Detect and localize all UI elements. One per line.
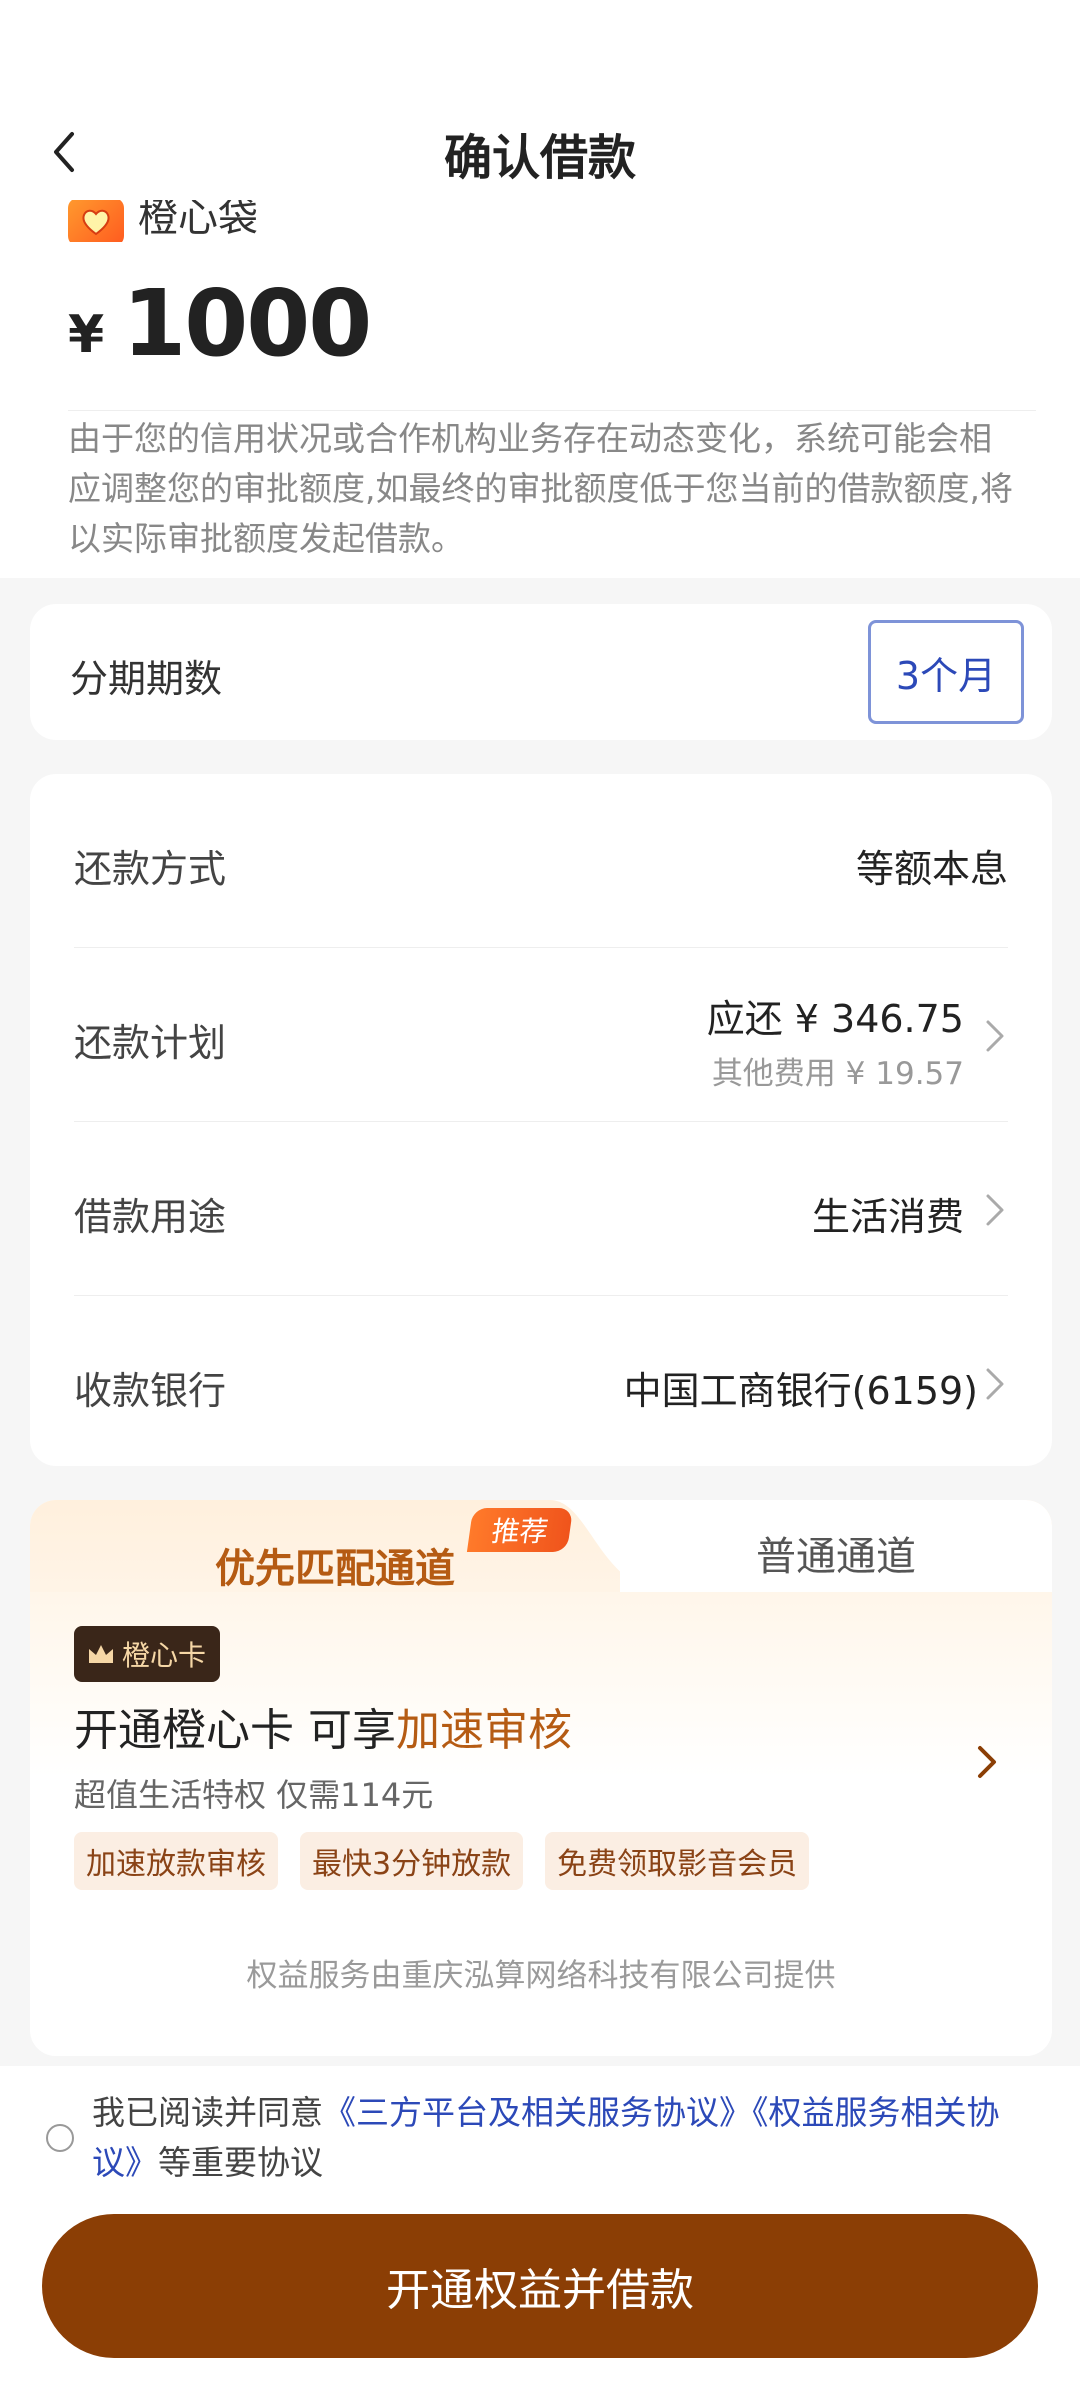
crown-icon [89, 1645, 113, 1663]
activate-and-borrow-button[interactable]: 开通权益并借款 [42, 2214, 1038, 2358]
tab-normal-channel-label: 普通通道 [756, 1534, 916, 1580]
receiving-bank-label: 收款银行 [74, 1369, 227, 1413]
member-title: 开通橙心卡 可享加速审核 [74, 1694, 572, 1758]
repay-method-row: 还款方式 等额本息 [74, 774, 1008, 948]
installment-term-card: 分期期数 3个月 [30, 604, 1052, 740]
tab-normal-channel[interactable]: 普通通道 [620, 1500, 1052, 1592]
agreement-checkbox[interactable] [46, 2124, 74, 2152]
agreement-prefix: 我已阅读并同意 [92, 2093, 323, 2132]
bottom-action-area: 我已阅读并同意《三方平台及相关服务协议》《权益服务相关协议》等重要协议 开通权益… [0, 2066, 1080, 2400]
confirm-loan-page: 确认借款 橙心袋 ¥ 1000 由于您的信用状况或合作机构业务存在动态变化，系统… [0, 0, 1080, 2400]
agreement-text: 我已阅读并同意《三方平台及相关服务协议》《权益服务相关协议》等重要协议 [92, 2088, 1032, 2188]
benefit-chips: 加速放款审核 最快3分钟放款 免费领取影音会员 [74, 1832, 810, 1890]
platform-agreement-link[interactable]: 《三方平台及相关服务协议》 [323, 2093, 752, 2132]
term-option-selected[interactable]: 3个月 [868, 620, 1024, 724]
repay-plan-label: 还款计划 [74, 1021, 227, 1065]
term-label: 分期期数 [70, 657, 223, 701]
member-title-prefix: 开通橙心卡 可享 [74, 1705, 396, 1756]
loan-amount: ¥ 1000 [68, 270, 372, 377]
tab-priority-channel[interactable]: 优先匹配通道 [215, 1536, 455, 1594]
chevron-right-icon [986, 1368, 1004, 1400]
repay-method-value: 等额本息 [855, 847, 1008, 891]
membership-offer[interactable]: 橙心卡 开通橙心卡 可享加速审核 超值生活特权 仅需114元 加速放款审核 最快… [30, 1592, 1052, 2056]
heart-logo-icon [68, 198, 124, 242]
receiving-bank-row[interactable]: 收款银行 中国工商银行(6159) [74, 1296, 1008, 1470]
page-title: 确认借款 [443, 130, 636, 186]
repay-plan-row[interactable]: 还款计划 应还 ¥ 346.75 其他费用 ¥ 19.57 [74, 948, 1008, 1122]
repay-amount: 应还 ¥ 346.75 [706, 997, 964, 1041]
loan-details-card: 还款方式 等额本息 还款计划 应还 ¥ 346.75 其他费用 ¥ 19.57 … [30, 774, 1052, 1466]
credit-notice: 由于您的信用状况或合作机构业务存在动态变化，系统可能会相应调整您的审批额度,如最… [68, 419, 1013, 558]
agreement-suffix: 等重要协议 [158, 2143, 323, 2182]
currency-symbol: ¥ [68, 305, 105, 365]
chevron-right-icon [986, 1194, 1004, 1226]
benefit-chip: 最快3分钟放款 [300, 1832, 524, 1890]
loan-purpose-row[interactable]: 借款用途 生活消费 [74, 1122, 1008, 1296]
provider-note: 权益服务由重庆泓算网络科技有限公司提供 [246, 1958, 836, 1994]
channel-card: 优先匹配通道 推荐 普通通道 橙心卡 开通橙心卡 可享加速审核 超值生活特权 仅… [30, 1500, 1052, 2056]
loan-purpose-value: 生活消费 [811, 1195, 964, 1239]
benefit-chip: 免费领取影音会员 [545, 1832, 810, 1890]
member-subtitle: 超值生活特权 仅需114元 [74, 1776, 434, 1814]
loan-amount-section: 橙心袋 ¥ 1000 由于您的信用状况或合作机构业务存在动态变化，系统可能会相应… [0, 195, 1080, 578]
chevron-right-icon[interactable] [972, 1742, 1000, 1782]
repay-method-label: 还款方式 [74, 847, 227, 891]
member-card-tag-label: 橙心卡 [122, 1639, 207, 1672]
loan-purpose-label: 借款用途 [74, 1195, 227, 1239]
chevron-right-icon [986, 1020, 1004, 1052]
other-fees: 其他费用 ¥ 19.57 [711, 1056, 964, 1092]
receiving-bank-value: 中国工商银行(6159) [623, 1369, 978, 1413]
member-card-tag: 橙心卡 [74, 1626, 221, 1682]
amount-value: 1000 [122, 270, 372, 377]
brand-name: 橙心袋 [138, 195, 258, 241]
brand-row: 橙心袋 [68, 194, 258, 242]
benefit-chip: 加速放款审核 [74, 1832, 278, 1890]
member-title-highlight: 加速审核 [396, 1705, 572, 1756]
divider [68, 410, 1036, 411]
header: 确认借款 [0, 0, 1080, 200]
